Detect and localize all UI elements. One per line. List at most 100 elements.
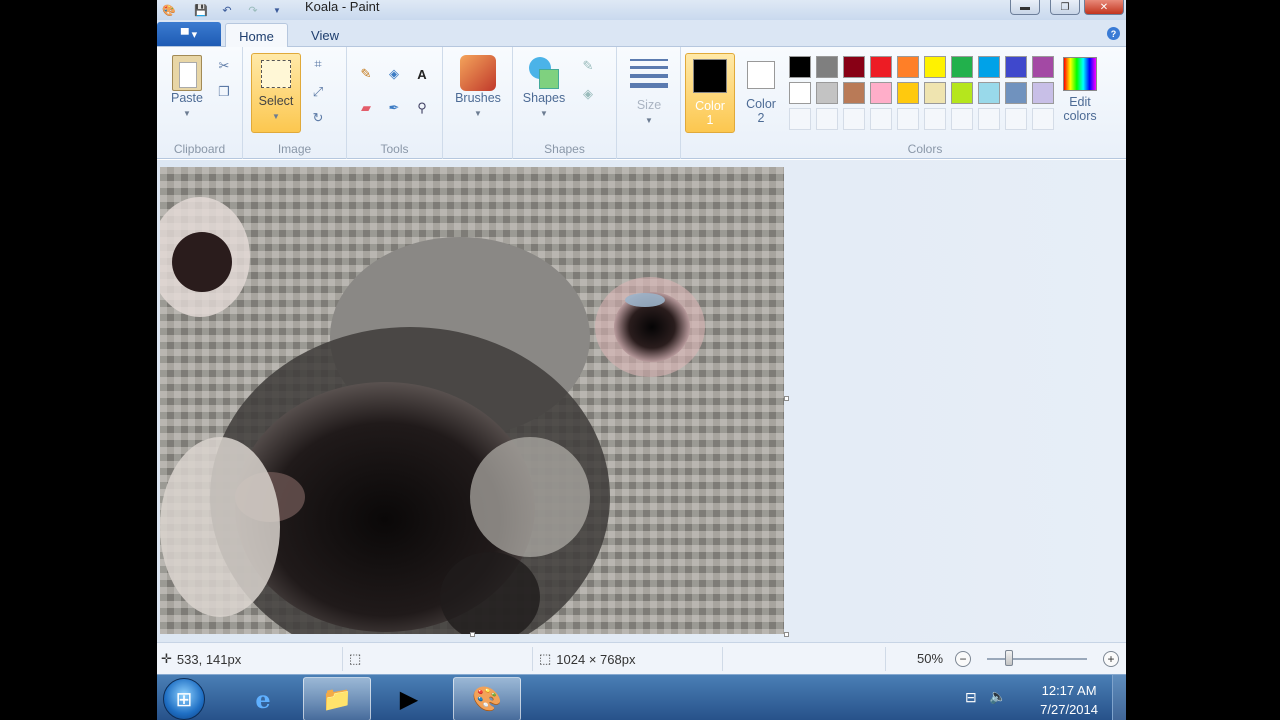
shape-fill-icon[interactable]: ◈ bbox=[579, 85, 597, 103]
paste-button[interactable]: Paste ▼ bbox=[165, 55, 209, 119]
outline-icon[interactable]: ✎ bbox=[579, 57, 597, 75]
zoom-out-button[interactable]: − bbox=[955, 651, 971, 667]
paint-app-icon: 🎨 bbox=[162, 4, 176, 17]
volume-icon[interactable]: 🔈 bbox=[989, 688, 1006, 705]
size-button[interactable]: Size ▼ bbox=[625, 55, 673, 126]
resize-handle-corner[interactable] bbox=[784, 632, 789, 637]
custom-color-slot[interactable] bbox=[1032, 108, 1054, 130]
zoom-in-button[interactable]: + bbox=[1103, 651, 1119, 667]
maximize-button[interactable]: ❐ bbox=[1050, 0, 1080, 15]
custom-color-slot[interactable] bbox=[870, 108, 892, 130]
palette-swatch[interactable] bbox=[924, 56, 946, 78]
select-icon bbox=[261, 60, 291, 88]
select-button[interactable]: Select ▼ bbox=[251, 53, 301, 133]
title-bar: 🎨 💾 ↶ ↷ ▼ Koala - Paint ▬ ❐ ✕ bbox=[157, 0, 1126, 20]
edit-colors-button[interactable]: Edit colors bbox=[1057, 57, 1103, 123]
palette-swatch[interactable] bbox=[1032, 56, 1054, 78]
palette-swatch[interactable] bbox=[924, 82, 946, 104]
paint-icon[interactable]: 🎨 bbox=[453, 677, 521, 720]
canvas-workspace bbox=[157, 160, 1126, 642]
palette-swatch[interactable] bbox=[978, 82, 1000, 104]
tab-view[interactable]: View bbox=[297, 23, 353, 48]
fill-icon[interactable]: ◈ bbox=[385, 65, 403, 83]
custom-color-slot[interactable] bbox=[789, 108, 811, 130]
custom-color-slot[interactable] bbox=[1005, 108, 1027, 130]
minimize-button[interactable]: ▬ bbox=[1010, 0, 1040, 15]
paint-window: 🎨 💾 ↶ ↷ ▼ Koala - Paint ▬ ❐ ✕ ▀ ▾ Home V… bbox=[157, 0, 1126, 720]
custom-color-slot[interactable] bbox=[816, 108, 838, 130]
text-icon[interactable]: A bbox=[413, 65, 431, 83]
crop-icon[interactable]: ⌗ bbox=[309, 55, 327, 73]
selection-size-icon: ⬚ bbox=[349, 651, 362, 666]
custom-color-slot[interactable] bbox=[924, 108, 946, 130]
file-explorer-icon[interactable]: 📁 bbox=[303, 677, 371, 720]
copy-icon[interactable]: ❐ bbox=[215, 83, 233, 101]
shapes-group: Shapes ▼ ✎ ◈ Shapes bbox=[513, 47, 617, 159]
resize-handle-bottom[interactable] bbox=[470, 632, 475, 637]
palette-swatch[interactable] bbox=[1005, 82, 1027, 104]
brushes-button[interactable]: Brushes ▼ bbox=[451, 55, 505, 119]
magnifier-icon[interactable]: ⚲ bbox=[413, 99, 431, 117]
color1-swatch bbox=[693, 59, 727, 93]
palette-swatch[interactable] bbox=[870, 56, 892, 78]
zoom-slider-thumb[interactable] bbox=[1005, 650, 1013, 666]
zoom-slider-track[interactable] bbox=[987, 658, 1087, 660]
palette-swatch[interactable] bbox=[789, 82, 811, 104]
palette-swatch[interactable] bbox=[816, 56, 838, 78]
brush-icon bbox=[460, 55, 496, 91]
color2-button[interactable]: Color 2 bbox=[739, 53, 783, 133]
paste-icon bbox=[172, 55, 202, 91]
palette-swatch[interactable] bbox=[951, 82, 973, 104]
size-group: Size ▼ bbox=[617, 47, 681, 159]
image-size-icon: ⬚ bbox=[539, 651, 552, 666]
edit-colors-icon bbox=[1063, 57, 1097, 91]
selection-size: ⬚ bbox=[349, 651, 361, 667]
palette-swatch[interactable] bbox=[816, 82, 838, 104]
cut-icon[interactable]: ✂ bbox=[215, 57, 233, 75]
show-desktop-button[interactable] bbox=[1112, 675, 1126, 720]
resize-handle-right[interactable] bbox=[784, 396, 789, 401]
color1-button[interactable]: Color 1 bbox=[685, 53, 735, 133]
media-player-icon[interactable]: ▶ bbox=[375, 677, 443, 720]
custom-color-slot[interactable] bbox=[978, 108, 1000, 130]
palette-swatch[interactable] bbox=[843, 82, 865, 104]
customize-quick-access-icon[interactable]: ▼ bbox=[269, 3, 285, 17]
close-button[interactable]: ✕ bbox=[1084, 0, 1124, 15]
palette-swatch[interactable] bbox=[897, 56, 919, 78]
custom-color-slot[interactable] bbox=[843, 108, 865, 130]
palette-swatch[interactable] bbox=[1032, 82, 1054, 104]
save-icon[interactable]: 💾 bbox=[193, 3, 209, 17]
undo-icon[interactable]: ↶ bbox=[219, 3, 235, 17]
shapes-icon bbox=[527, 55, 561, 91]
tab-home[interactable]: Home bbox=[225, 23, 288, 48]
paint-menu-button[interactable]: ▀ ▾ bbox=[157, 22, 221, 46]
eraser-icon[interactable]: ▰ bbox=[357, 99, 375, 117]
zoom-level: 50% bbox=[917, 651, 944, 666]
pencil-icon[interactable]: ✎ bbox=[357, 65, 375, 83]
palette-swatch[interactable] bbox=[897, 82, 919, 104]
resize-icon[interactable]: ⤢ bbox=[309, 83, 327, 101]
shapes-button[interactable]: Shapes ▼ bbox=[519, 55, 569, 119]
clock[interactable]: 12:17 AM 7/27/2014 bbox=[1040, 681, 1098, 719]
crosshair-icon: ✛ bbox=[161, 651, 172, 666]
help-icon[interactable]: ? bbox=[1107, 27, 1120, 40]
palette-swatch[interactable] bbox=[951, 56, 973, 78]
redo-icon[interactable]: ↷ bbox=[245, 3, 261, 17]
tools-group: ✎ ◈ A ▰ ✒ ⚲ Tools bbox=[347, 47, 443, 159]
rotate-icon[interactable]: ↻ bbox=[309, 109, 327, 127]
palette-swatch[interactable] bbox=[843, 56, 865, 78]
palette-swatch[interactable] bbox=[978, 56, 1000, 78]
color-picker-icon[interactable]: ✒ bbox=[385, 99, 403, 117]
network-icon[interactable]: ⊟ bbox=[965, 689, 977, 706]
palette-swatch[interactable] bbox=[789, 56, 811, 78]
start-button[interactable]: ⊞ bbox=[163, 678, 205, 720]
custom-color-slot[interactable] bbox=[897, 108, 919, 130]
window-title: Koala - Paint bbox=[305, 0, 380, 14]
custom-color-slot[interactable] bbox=[951, 108, 973, 130]
palette-swatch[interactable] bbox=[870, 82, 892, 104]
internet-explorer-icon[interactable]: e bbox=[229, 677, 297, 720]
colors-group: Edit colors Colors bbox=[785, 47, 1126, 159]
ribbon-tab-bar: ▀ ▾ Home View ? bbox=[157, 20, 1126, 48]
drawing-canvas[interactable] bbox=[160, 167, 784, 634]
palette-swatch[interactable] bbox=[1005, 56, 1027, 78]
